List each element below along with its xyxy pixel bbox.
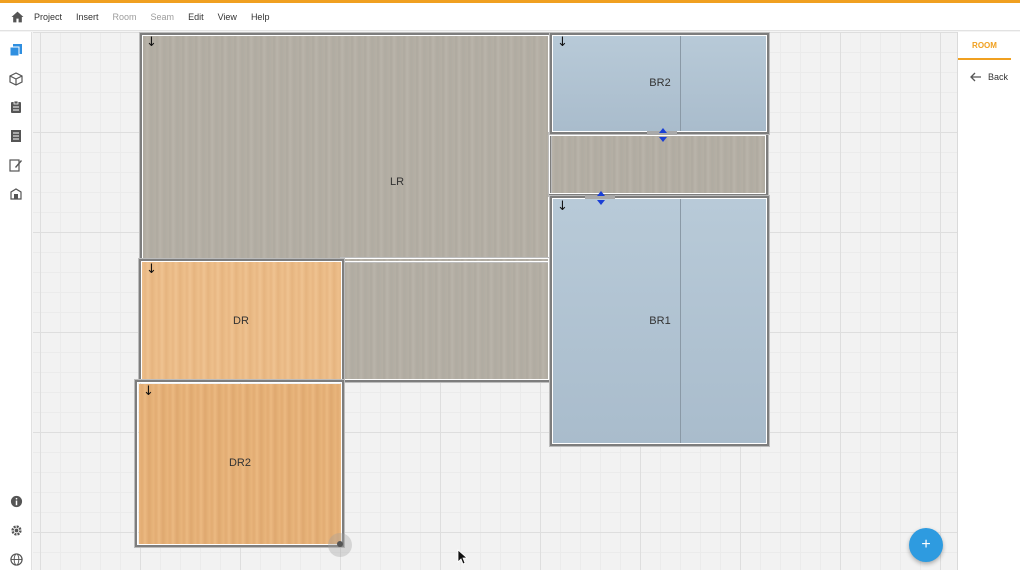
list-document-icon: [11, 130, 21, 142]
room-lr-lower[interactable]: [343, 258, 549, 380]
layers-icon: [10, 188, 22, 200]
edit-document-button[interactable]: [6, 155, 26, 175]
tab-room[interactable]: ROOM: [958, 32, 1011, 60]
app-window: Project Insert Room Seam Edit View Help: [0, 0, 1020, 570]
plus-icon: +: [921, 536, 931, 553]
pages-icon: [9, 44, 22, 57]
back-label: Back: [988, 72, 1009, 82]
left-toolbar: [0, 32, 32, 570]
door-move-arrows-icon[interactable]: [659, 128, 667, 142]
menu-view[interactable]: View: [218, 12, 237, 22]
menu-seam[interactable]: Seam: [151, 12, 175, 22]
room-label-br2: BR2: [649, 77, 671, 89]
direction-arrow-br1[interactable]: ↓: [557, 200, 568, 213]
arrow-left-icon: [970, 72, 981, 82]
home-icon: [11, 11, 23, 22]
layers-button[interactable]: [6, 184, 26, 204]
back-button[interactable]: Back: [966, 68, 1020, 86]
room-label-br1: BR1: [649, 315, 671, 327]
menu-room[interactable]: Room: [113, 12, 137, 22]
mouse-cursor-icon: [457, 549, 469, 565]
direction-arrow-dr[interactable]: ↓: [146, 263, 157, 276]
pages-button[interactable]: [6, 40, 26, 60]
seam-br2[interactable]: [680, 35, 681, 131]
document-list-button[interactable]: [6, 126, 26, 146]
menu-project[interactable]: Project: [34, 12, 62, 22]
info-button[interactable]: [6, 491, 26, 511]
add-button[interactable]: +: [909, 528, 943, 562]
direction-arrow-br2[interactable]: ↓: [557, 36, 568, 49]
3d-view-button[interactable]: [6, 69, 26, 89]
direction-arrow-dr2[interactable]: ↓: [143, 385, 154, 398]
info-icon: [10, 495, 22, 507]
menu-help[interactable]: Help: [251, 12, 270, 22]
clipboard-icon: [11, 100, 21, 113]
room-lr-main[interactable]: [142, 35, 549, 260]
room-label-dr: DR: [233, 315, 249, 327]
room-label-lr: LR: [389, 176, 405, 188]
direction-arrow-lr[interactable]: ↓: [146, 36, 157, 49]
right-panel: ROOM Back: [957, 32, 1020, 570]
home-button[interactable]: [0, 3, 34, 31]
clipboard-button[interactable]: [6, 97, 26, 117]
globe-icon: [9, 552, 23, 566]
settings-icon: [10, 524, 22, 536]
edit-document-icon: [9, 159, 22, 172]
menu-bar: Project Insert Room Seam Edit View Help: [0, 3, 1020, 31]
room-label-dr2: DR2: [228, 457, 252, 469]
menu-insert[interactable]: Insert: [76, 12, 99, 22]
cube-icon: [9, 72, 23, 86]
settings-button[interactable]: [6, 520, 26, 540]
seam-br1[interactable]: [680, 199, 681, 443]
door-move-arrows-icon[interactable]: [597, 191, 605, 205]
globe-button[interactable]: [6, 549, 26, 569]
room-lr-corridor[interactable]: [547, 135, 766, 194]
menu-edit[interactable]: Edit: [188, 12, 204, 22]
resize-handle-dot[interactable]: [337, 541, 343, 547]
